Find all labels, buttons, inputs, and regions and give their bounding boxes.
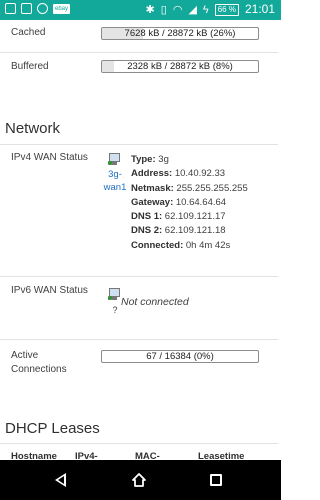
ipv4-wan-label: IPv4 WAN Status [11, 152, 88, 163]
divider [0, 339, 278, 340]
interface-name[interactable]: 3g- wan1 [103, 168, 127, 194]
buffered-label: Buffered [11, 61, 49, 72]
detail-dns2: DNS 2: 62.109.121.18 [131, 225, 226, 237]
divider [0, 52, 278, 53]
vibrate-icon: ▯ [160, 3, 167, 16]
notification-icon [5, 3, 16, 14]
column-leasetime: Leasetime [198, 451, 245, 460]
back-icon[interactable] [55, 473, 66, 487]
divider [0, 443, 278, 444]
buffered-value: 2328 kB / 28872 kB (8%) [127, 61, 233, 72]
charging-icon: ϟ [202, 3, 209, 16]
buffered-bar: 2328 kB / 28872 kB (8%) [101, 60, 259, 73]
column-mac: MAC- [135, 451, 160, 460]
signal-icon: ◢ [188, 3, 197, 16]
detail-dns1: DNS 1: 62.109.121.17 [131, 211, 226, 223]
detail-netmask: Netmask: 255.255.255.255 [131, 182, 248, 194]
detail-type: Type: 3g [131, 154, 169, 165]
active-connections-bar: 67 / 16384 (0%) [101, 350, 259, 363]
detail-connected: Connected: 0h 4m 42s [131, 239, 231, 251]
battery-indicator: 66 % [214, 3, 239, 16]
clock: 21:01 [244, 2, 275, 16]
active-connections-label: Active Connections [11, 350, 67, 375]
network-heading: Network [5, 120, 61, 137]
network-interface-icon [108, 288, 122, 301]
navigation-bar [0, 460, 281, 500]
cached-label: Cached [11, 27, 46, 38]
ebay-icon: ebay [53, 3, 71, 14]
divider [0, 144, 278, 145]
bluetooth-icon: ✱ [145, 3, 155, 16]
detail-gateway: Gateway: 10.64.64.64 [131, 196, 227, 208]
detail-address: Address: 10.40.92.33 [131, 168, 226, 180]
whatsapp-icon [37, 3, 48, 14]
interface-3g-wan1[interactable]: 3g- wan1 [103, 153, 127, 194]
dhcp-leases-heading: DHCP Leases [5, 420, 100, 437]
network-interface-icon [108, 153, 122, 166]
divider [0, 276, 278, 277]
ipv6-wan-label: IPv6 WAN Status [11, 285, 88, 296]
image-icon [21, 3, 32, 14]
cached-bar: 7628 kB / 28872 kB (26%) [101, 27, 259, 40]
status-bar: ebay ✱ ▯ ◠ ◢ ϟ 66 % 21:01 [0, 0, 281, 20]
ipv4-details: Type: 3g Address: 10.40.92.33 Netmask: 2… [131, 153, 248, 253]
page-content: Cached 7628 kB / 28872 kB (26%) Buffered… [0, 20, 281, 460]
cached-value: 7628 kB / 28872 kB (26%) [124, 28, 236, 39]
recent-apps-icon[interactable] [210, 474, 222, 486]
column-ipv4: IPv4- [75, 451, 98, 460]
wifi-icon: ◠ [172, 3, 183, 16]
column-hostname: Hostname [11, 451, 57, 460]
active-connections-value: 67 / 16384 (0%) [146, 351, 214, 362]
ipv6-status: Not connected [121, 296, 189, 308]
dhcp-table-header: Hostname IPv4- MAC- Leasetime [0, 450, 278, 460]
home-icon[interactable] [131, 472, 147, 488]
